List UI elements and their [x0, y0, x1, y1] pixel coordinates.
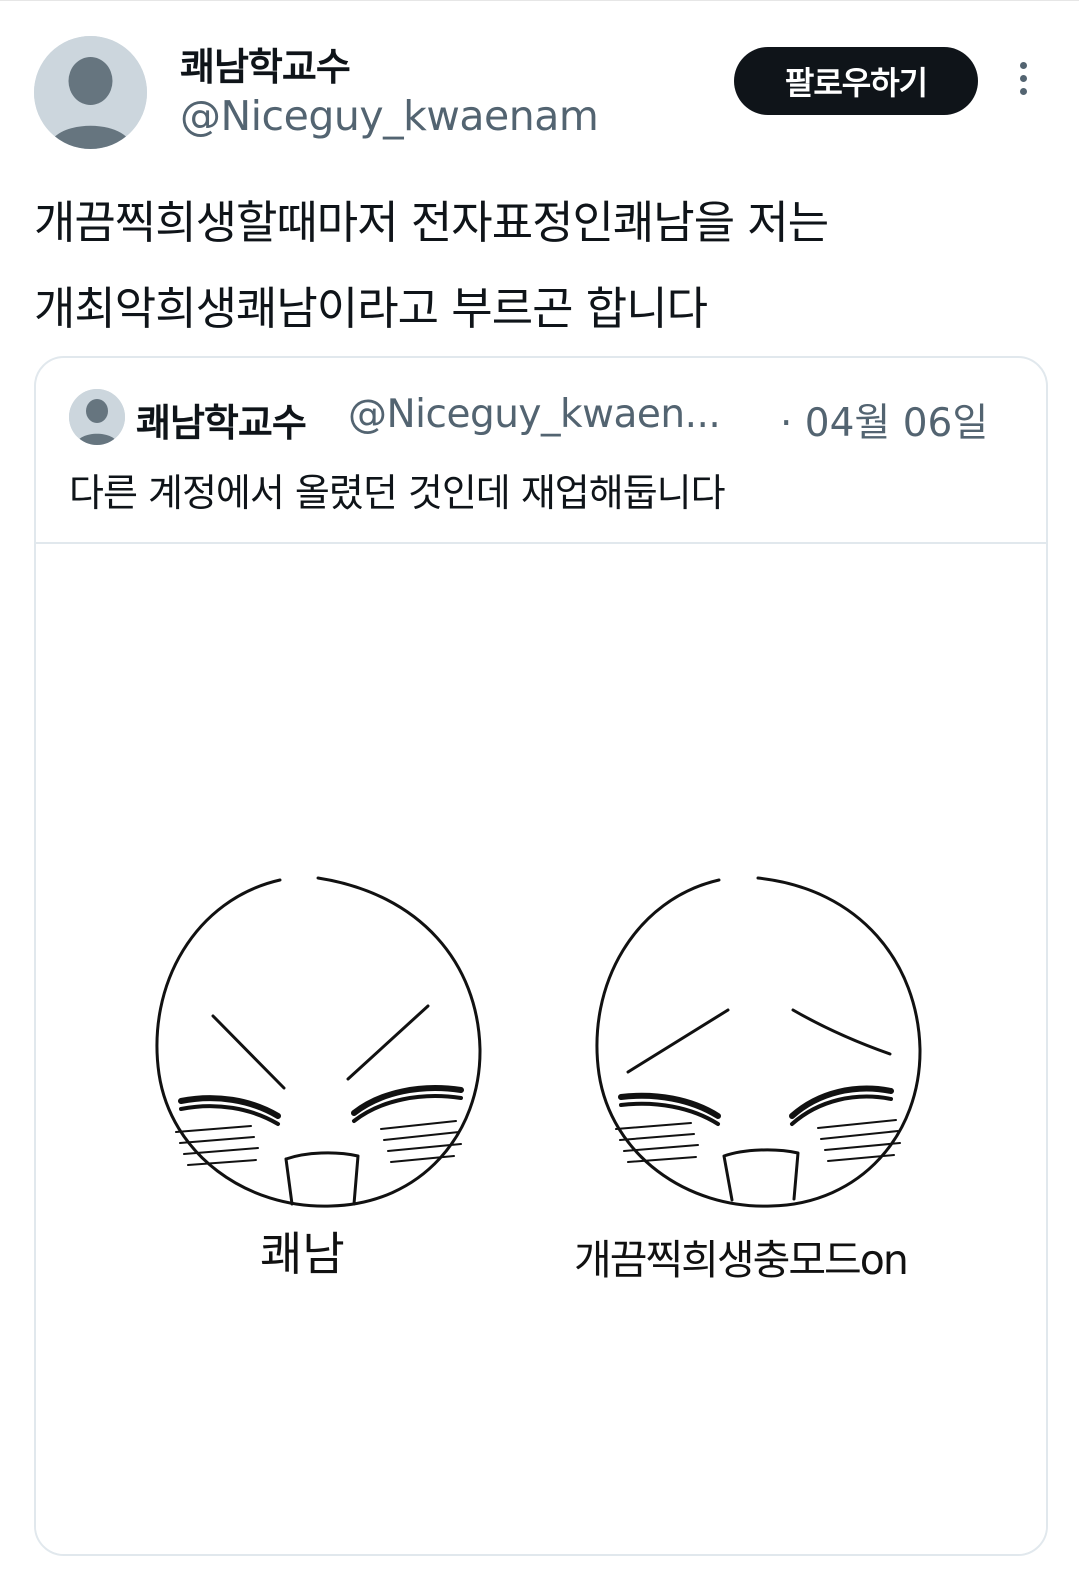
top-divider — [0, 0, 1079, 1]
left-face-caption: 쾌남 — [260, 1227, 345, 1281]
left-face-outline — [155, 876, 482, 1208]
follow-button[interactable]: 팔로우하기 — [734, 47, 978, 115]
author-avatar[interactable] — [34, 36, 147, 149]
left-face-mouth — [284, 1151, 360, 1206]
left-face-brow — [346, 1004, 430, 1081]
author-handle[interactable]: @Niceguy_kwaenam — [180, 92, 599, 140]
quoted-author-handle: @Niceguy_kwaen... — [348, 392, 721, 437]
left-face-blush — [175, 1125, 259, 1166]
right-face-mouth — [722, 1148, 800, 1202]
quoted-tweet-text: 다른 계정에서 올렸던 것인데 재업해둡니다 — [69, 471, 726, 515]
right-face-blush — [817, 1119, 901, 1162]
quoted-tweet-card[interactable]: 쾌남학교수 @Niceguy_kwaen... · 04월 06일 다른 계정에… — [34, 356, 1048, 1556]
author-display-name[interactable]: 쾌남학교수 — [180, 36, 351, 91]
tweet-text: 개끔찍희생할때마저 전자표정인쾌남을 저는 개최악희생쾌남이라고 부르곤 합니다 — [34, 180, 1044, 352]
right-face-brow — [791, 1008, 892, 1056]
quoted-author-avatar — [69, 389, 125, 445]
tweet-text-line-2: 개최악희생쾌남이라고 부르곤 합니다 — [34, 282, 708, 335]
quoted-tweet-image[interactable]: 쾌남 개끔찍희생충모드on — [36, 542, 1046, 1554]
left-face-brow — [211, 1014, 286, 1090]
default-avatar-icon — [69, 389, 125, 445]
right-face-eye — [790, 1094, 893, 1126]
tweet-text-line-1: 개끔찍희생할때마저 전자표정인쾌남을 저는 — [34, 196, 829, 249]
right-face-brow — [626, 1008, 730, 1074]
more-options-icon[interactable] — [1008, 62, 1038, 102]
quoted-tweet-date: · 04월 06일 — [780, 401, 989, 446]
left-face-blush — [380, 1120, 462, 1163]
face-drawing: 쾌남 개끔찍희생충모드on — [155, 876, 922, 1284]
right-face-caption: 개끔찍희생충모드on — [574, 1236, 907, 1284]
quoted-author-display-name: 쾌남학교수 — [136, 401, 307, 445]
default-avatar-icon — [34, 36, 147, 149]
